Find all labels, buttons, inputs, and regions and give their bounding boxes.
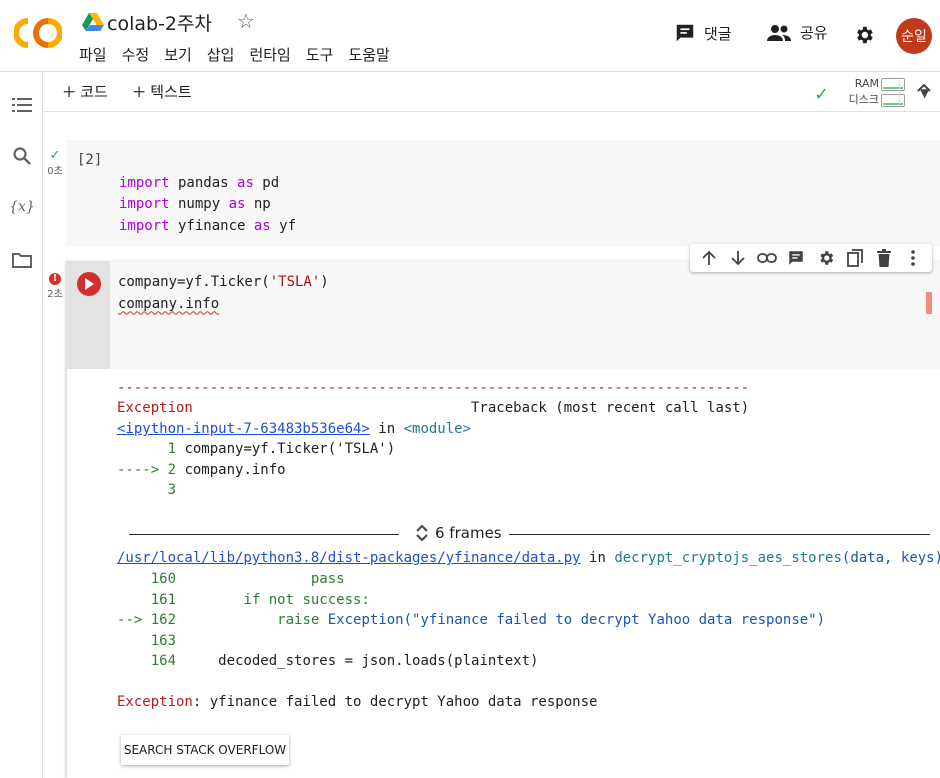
traceback-input-link[interactable]: <ipython-input-7-63483b536e64> <box>117 421 370 437</box>
menu-file[interactable]: 파일 <box>79 44 107 65</box>
exec-time: 0초 <box>47 166 63 177</box>
output-line: ----------------------------------------… <box>117 380 750 396</box>
file-path-link[interactable]: /usr/local/lib/python3.8/dist-packages/y… <box>117 550 581 566</box>
unfold-icon <box>416 524 428 542</box>
error-icon: ! <box>49 273 61 285</box>
add-text-label: 텍스트 <box>150 83 192 101</box>
code-editor[interactable]: import pandas as pd import numpy as np imp… <box>119 151 296 259</box>
code-line: import yfinance as yf <box>119 217 297 234</box>
output-line: --> 162 raise Exception("yfinance failed… <box>117 612 826 628</box>
left-sidebar: {x} <box>0 72 43 778</box>
app-header: colab-2주차 ☆ 파일 수정 보기 삽입 런타임 도구 도움말 댓글 공유… <box>0 0 940 72</box>
search-icon[interactable] <box>11 145 33 167</box>
disk-bar <box>881 94 905 107</box>
move-up-icon[interactable] <box>699 248 719 268</box>
ram-bar <box>881 78 905 91</box>
user-avatar[interactable]: 순일 <box>896 18 932 54</box>
resource-bars <box>881 78 905 110</box>
comment-icon <box>676 24 694 42</box>
disk-label: 디스크 <box>848 93 879 106</box>
ram-label: RAM <box>854 77 879 90</box>
search-stack-overflow-button[interactable]: SEARCH STACK OVERFLOW <box>121 735 289 765</box>
output-line: Exception Traceback (most recent call la… <box>117 400 750 416</box>
resource-labels: RAM 디스크 <box>839 76 879 108</box>
share-label: 공유 <box>800 24 828 42</box>
output-line: 164 decoded_stores = json.loads(plaintex… <box>117 653 539 669</box>
mirror-cell-icon[interactable] <box>845 248 865 268</box>
cell-status-error: ! 2초 <box>44 273 66 300</box>
add-code-button[interactable]: + 코드 <box>62 81 108 102</box>
output-line: 161 if not success: <box>117 592 370 608</box>
cell-status-success: ✓ 0초 <box>44 148 66 177</box>
toolbar-divider <box>899 80 900 104</box>
code-line: company=yf.Ticker('TSLA') <box>118 274 329 290</box>
notebook-toolbar: + 코드 + 텍스트 ✓ RAM 디스크 ▼ <box>44 72 940 112</box>
output-line: 1 company=yf.Ticker('TSLA') <box>117 441 396 457</box>
output-line: /usr/local/lib/python3.8/dist-packages/y… <box>117 550 940 566</box>
more-vert-icon[interactable] <box>903 248 923 268</box>
connected-check-icon: ✓ <box>814 84 830 105</box>
plus-icon: + <box>62 82 77 102</box>
comment-icon[interactable] <box>786 248 806 268</box>
menu-runtime[interactable]: 런타임 <box>249 44 290 65</box>
cell-toolbar <box>690 244 932 272</box>
output-line: ----> 2 company.info <box>117 462 286 478</box>
comment-label: 댓글 <box>704 24 732 43</box>
link-icon[interactable] <box>757 248 778 268</box>
delete-icon[interactable] <box>874 248 894 268</box>
execution-count: [2] <box>77 152 103 168</box>
output-line: 163 <box>117 633 177 649</box>
menu-view[interactable]: 보기 <box>164 44 192 65</box>
folder-icon[interactable] <box>11 249 33 271</box>
document-title[interactable]: colab-2주차 <box>107 9 212 36</box>
play-icon <box>85 278 94 290</box>
code-line: company.info <box>118 295 220 312</box>
plus-icon: + <box>132 82 147 102</box>
star-icon[interactable]: ☆ <box>237 9 255 33</box>
share-button[interactable]: 공유 <box>766 22 828 43</box>
output-line: Exception: yfinance failed to decrypt Ya… <box>117 694 598 710</box>
divider-line <box>509 534 930 535</box>
run-cell-button[interactable] <box>77 272 101 296</box>
menu-help[interactable]: 도움말 <box>348 44 389 65</box>
table-of-contents-icon[interactable] <box>11 94 33 116</box>
exec-time: 2초 <box>47 289 63 300</box>
menu-edit[interactable]: 수정 <box>122 44 150 65</box>
collapsed-frames-toggle[interactable]: 6 frames <box>415 523 502 543</box>
code-lines: company=yf.Ticker('TSLA') company.info <box>118 272 329 315</box>
code-line: import pandas as pd <box>119 174 280 191</box>
menu-tools[interactable]: 도구 <box>306 44 334 65</box>
gear-icon[interactable] <box>853 24 875 46</box>
code-line: import numpy as np <box>119 196 271 212</box>
menu-bar: 파일 수정 보기 삽입 런타임 도구 도움말 <box>79 44 405 65</box>
menu-insert[interactable]: 삽입 <box>207 44 235 65</box>
divider-line <box>129 534 399 535</box>
add-text-button[interactable]: + 텍스트 <box>132 81 192 102</box>
check-icon: ✓ <box>49 148 61 163</box>
settings-icon[interactable] <box>816 248 836 268</box>
add-code-label: 코드 <box>80 83 108 101</box>
chevron-up-icon[interactable] <box>914 78 934 98</box>
output-line: 160 pass <box>117 571 345 587</box>
move-down-icon[interactable] <box>728 248 748 268</box>
comment-button[interactable]: 댓글 <box>674 22 732 44</box>
frames-label: 6 frames <box>435 524 502 542</box>
people-icon <box>767 24 791 41</box>
output-line: 3 <box>117 482 177 498</box>
colab-logo[interactable] <box>14 17 62 49</box>
drive-icon <box>82 13 104 31</box>
error-marker <box>926 292 932 314</box>
output-line: <ipython-input-7-63483b536e64> in <modul… <box>117 421 472 437</box>
variables-icon[interactable]: {x} <box>9 196 35 218</box>
